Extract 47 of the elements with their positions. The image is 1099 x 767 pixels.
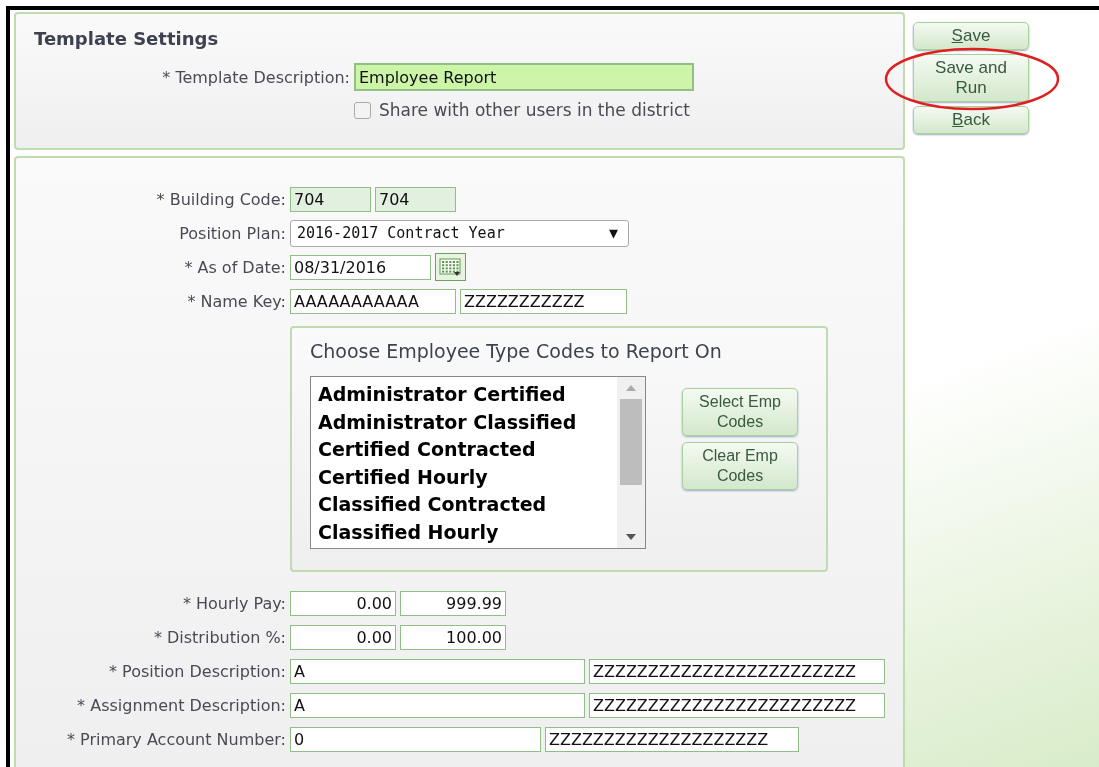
share-checkbox[interactable]	[354, 101, 371, 119]
description-field[interactable]: A	[290, 692, 585, 718]
action-button[interactable]: Back	[913, 106, 1029, 134]
field-label: * Distribution %:	[153, 627, 286, 647]
amount-field[interactable]: 999.99	[400, 590, 506, 616]
list-item[interactable]: Classified Contracted	[318, 491, 610, 519]
panel-title: Template Settings	[34, 28, 220, 49]
field-label: * Primary Account Number:	[66, 729, 286, 749]
employee-type-list[interactable]: Administrator Certified Administrator Classified Certified Contracted Certified Hourly Classified Contracted Classified Hourly	[310, 376, 646, 549]
emp-codes-button[interactable]: Clear Emp Codes	[682, 442, 798, 490]
field-label: * Building Code:	[156, 189, 286, 209]
date-field[interactable]: 08/31/2016	[290, 254, 431, 280]
name-key-field[interactable]: ZZZZZZZZZZZ	[460, 288, 627, 314]
scroll-up-icon[interactable]	[625, 383, 637, 393]
code-field[interactable]: 704	[290, 186, 371, 212]
scrollbar[interactable]	[617, 377, 645, 548]
description-field[interactable]: ZZZZZZZZZZZZZZZZZZZZZZZZ	[589, 658, 885, 684]
list-item[interactable]: Administrator Certified	[318, 381, 610, 409]
amount-field[interactable]: 0.00	[290, 624, 396, 650]
list-item[interactable]: Classified Hourly	[318, 518, 610, 546]
field-label: * Assignment Description:	[77, 695, 286, 715]
list-item[interactable]: Administrator Classified	[318, 408, 610, 436]
list-item[interactable]: Certified Contracted	[318, 436, 610, 464]
calendar-icon[interactable]	[435, 253, 466, 281]
field-label: * Hourly Pay:	[182, 593, 286, 613]
name-key-field[interactable]: AAAAAAAAAAA	[290, 288, 456, 314]
list-item[interactable]: Certified Hourly	[318, 463, 610, 491]
action-button[interactable]: Save and Run	[913, 54, 1029, 102]
action-button[interactable]: Save	[913, 22, 1029, 50]
field-label: * Name Key:	[187, 291, 286, 311]
field-label: * As of Date:	[184, 257, 286, 277]
field-label: Position Plan:	[179, 223, 286, 243]
emp-codes-button[interactable]: Select Emp Codes	[682, 388, 798, 436]
amount-field[interactable]: 0.00	[290, 590, 396, 616]
section-title: Choose Employee Type Codes to Report On	[310, 340, 723, 362]
account-field[interactable]: 0	[290, 726, 541, 752]
checkbox-label: Share with other users in the district	[379, 100, 690, 120]
account-field[interactable]: ZZZZZZZZZZZZZZZZZZZZ	[545, 726, 799, 752]
template-description-field[interactable]: Employee Report	[354, 63, 694, 91]
scroll-down-icon[interactable]	[625, 532, 637, 542]
description-field[interactable]: ZZZZZZZZZZZZZZZZZZZZZZZZ	[589, 692, 885, 718]
code-field[interactable]: 704	[375, 186, 456, 212]
description-field[interactable]: A	[290, 658, 585, 684]
amount-field[interactable]: 100.00	[400, 624, 506, 650]
field-label: * Position Description:	[109, 661, 286, 681]
position-plan-select[interactable]: 2016-2017 Contract Year ▼	[290, 219, 629, 247]
field-label: * Template Description:	[162, 67, 350, 87]
